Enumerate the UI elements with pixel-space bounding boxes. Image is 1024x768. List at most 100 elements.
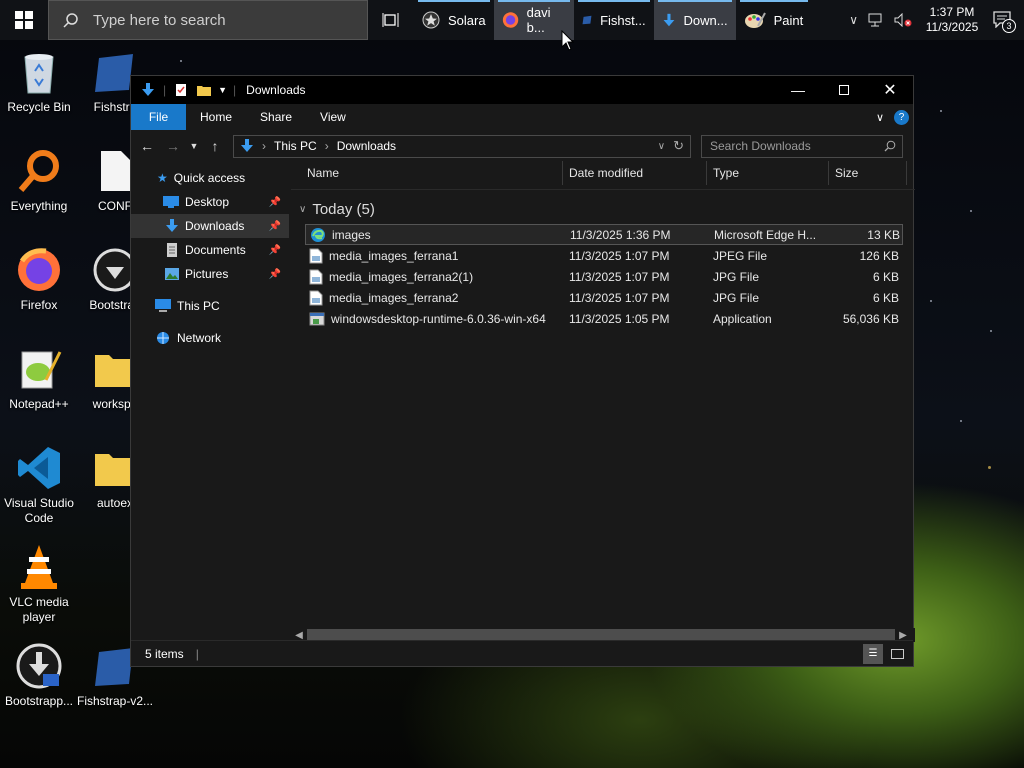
nav-item-network[interactable]: Network: [131, 326, 289, 350]
file-row[interactable]: media_images_ferrana2(1) 11/3/2025 1:07 …: [305, 266, 903, 287]
search-downloads-field[interactable]: Search Downloads: [701, 134, 903, 158]
file-row[interactable]: windowsdesktop-runtime-6.0.36-win-x64 11…: [305, 308, 903, 329]
column-header-type[interactable]: Type: [707, 161, 829, 185]
up-button[interactable]: ↑: [203, 134, 227, 158]
chevron-down-icon: ▼: [189, 141, 199, 151]
file-row[interactable]: images 11/3/2025 1:36 PM Microsoft Edge …: [305, 224, 903, 245]
scroll-right-icon[interactable]: ▶: [895, 630, 911, 641]
desktop-icon: [163, 196, 179, 208]
desktop-icon-vlc[interactable]: VLC media player: [0, 543, 78, 625]
desktop-icon-notepadpp[interactable]: Notepad++: [0, 345, 78, 412]
refresh-icon[interactable]: ↻: [673, 138, 684, 154]
minimize-button[interactable]: —: [775, 76, 821, 104]
column-header-name[interactable]: Name: [291, 161, 563, 185]
start-button[interactable]: [0, 0, 48, 40]
maximize-icon: [839, 85, 849, 95]
image-file-icon: [309, 269, 323, 284]
volume-muted-icon[interactable]: [894, 13, 912, 27]
properties-icon[interactable]: [174, 83, 188, 97]
windows-logo-icon: [15, 11, 33, 29]
breadcrumb-this-pc[interactable]: This PC: [274, 139, 317, 153]
new-folder-icon[interactable]: [196, 83, 212, 97]
clock[interactable]: 1:37 PM 11/3/2025: [922, 5, 982, 35]
maximize-button[interactable]: [821, 76, 867, 104]
group-header-today[interactable]: ∨ Today (5): [291, 198, 915, 220]
firefox-icon: [18, 248, 60, 291]
pin-icon[interactable]: 📌: [269, 197, 281, 208]
item-count: 5 items: [145, 646, 184, 661]
mouse-cursor-icon: [561, 30, 575, 51]
taskbar: Type here to search Solara davi b... Fis…: [0, 0, 1024, 40]
search-placeholder: Type here to search: [93, 11, 226, 29]
desktop-icon-label: Notepad++: [9, 397, 69, 411]
column-header-date-modified[interactable]: Date modified: [563, 161, 707, 185]
computer-icon: [155, 299, 171, 312]
nav-item-downloads[interactable]: Downloads 📌: [131, 214, 289, 238]
back-button[interactable]: ←: [135, 134, 159, 158]
nav-item-quick-access[interactable]: ★ Quick access: [131, 166, 289, 190]
taskbar-app-label: Fishst...: [600, 12, 646, 28]
documents-icon: [167, 243, 177, 257]
details-view-button[interactable]: ☰: [863, 643, 883, 664]
desktop-icon-recycle-bin[interactable]: Recycle Bin: [0, 48, 78, 115]
large-icons-view-button[interactable]: [887, 644, 907, 664]
desktop-icon-everything[interactable]: Everything: [0, 147, 78, 214]
desktop-icon-label: Visual Studio Code: [4, 496, 74, 525]
taskbar-app-paint[interactable]: Paint: [736, 0, 812, 40]
network-icon[interactable]: [868, 13, 884, 27]
file-size: 13 KB: [867, 227, 900, 242]
file-icon: [101, 151, 131, 191]
download-arrow-icon: [663, 13, 674, 27]
nav-item-label: This PC: [177, 299, 220, 313]
taskbar-app-solara[interactable]: Solara: [414, 0, 494, 40]
minimize-icon: —: [791, 82, 805, 98]
arrow-left-icon: ←: [140, 138, 154, 154]
task-view-button[interactable]: [374, 0, 408, 40]
file-row[interactable]: media_images_ferrana2 11/3/2025 1:07 PM …: [305, 287, 903, 308]
nav-item-label: Network: [177, 331, 222, 345]
expand-ribbon-icon[interactable]: ∨: [876, 111, 884, 124]
quick-access-dropdown-icon[interactable]: ▼: [218, 85, 227, 95]
fishstrap-icon: [582, 15, 592, 25]
pin-icon[interactable]: 📌: [269, 221, 281, 232]
desktop-icon-firefox[interactable]: Firefox: [0, 246, 78, 313]
breadcrumb-downloads[interactable]: Downloads: [337, 139, 396, 153]
nav-item-documents[interactable]: Documents 📌: [131, 238, 289, 262]
file-date: 11/3/2025 1:07 PM: [569, 269, 670, 284]
tab-file[interactable]: File: [131, 104, 186, 130]
file-type: Microsoft Edge H...: [714, 227, 817, 242]
address-bar[interactable]: › This PC › Downloads ∨ ↻: [233, 134, 691, 158]
title-bar[interactable]: | ▼ | Downloads — ✕: [131, 76, 913, 104]
tab-share[interactable]: Share: [246, 104, 306, 130]
chevron-up-icon[interactable]: ∨: [849, 13, 858, 27]
desktop-icon-bootstrapper[interactable]: Bootstrapp...: [0, 642, 78, 709]
vlc-cone-icon: [21, 545, 57, 589]
search-placeholder: Search Downloads: [710, 139, 811, 153]
taskbar-app-downloads[interactable]: Down...: [653, 0, 736, 40]
column-headers: Name Date modified Type Size: [291, 161, 915, 190]
pin-icon[interactable]: 📌: [269, 245, 281, 256]
desktop-icon-vscode[interactable]: Visual Studio Code: [0, 444, 78, 526]
task-view-icon: [382, 13, 399, 27]
recent-locations-button[interactable]: ▼: [187, 134, 201, 158]
tab-view[interactable]: View: [306, 104, 360, 130]
recycle-bin-icon: [24, 54, 54, 94]
nav-item-desktop[interactable]: Desktop 📌: [131, 190, 289, 214]
taskbar-search-box[interactable]: Type here to search: [48, 0, 368, 40]
action-center-button[interactable]: 3: [992, 8, 1016, 33]
image-file-icon: [309, 248, 323, 263]
forward-button[interactable]: →: [161, 134, 185, 158]
close-button[interactable]: ✕: [867, 76, 913, 104]
taskbar-app-fishstrap[interactable]: Fishst...: [574, 0, 654, 40]
scroll-left-icon[interactable]: ◀: [291, 630, 307, 641]
file-name: windowsdesktop-runtime-6.0.36-win-x64: [331, 311, 546, 326]
nav-item-pictures[interactable]: Pictures 📌: [131, 262, 289, 286]
help-icon[interactable]: ?: [894, 109, 909, 125]
pin-icon[interactable]: 📌: [269, 269, 281, 280]
address-dropdown-icon[interactable]: ∨: [658, 141, 665, 152]
tab-home[interactable]: Home: [186, 104, 246, 130]
nav-item-this-pc[interactable]: This PC: [131, 294, 289, 318]
file-row[interactable]: media_images_ferrana1 11/3/2025 1:07 PM …: [305, 245, 903, 266]
column-header-size[interactable]: Size: [829, 161, 907, 185]
arrow-up-icon: ↑: [211, 138, 219, 154]
